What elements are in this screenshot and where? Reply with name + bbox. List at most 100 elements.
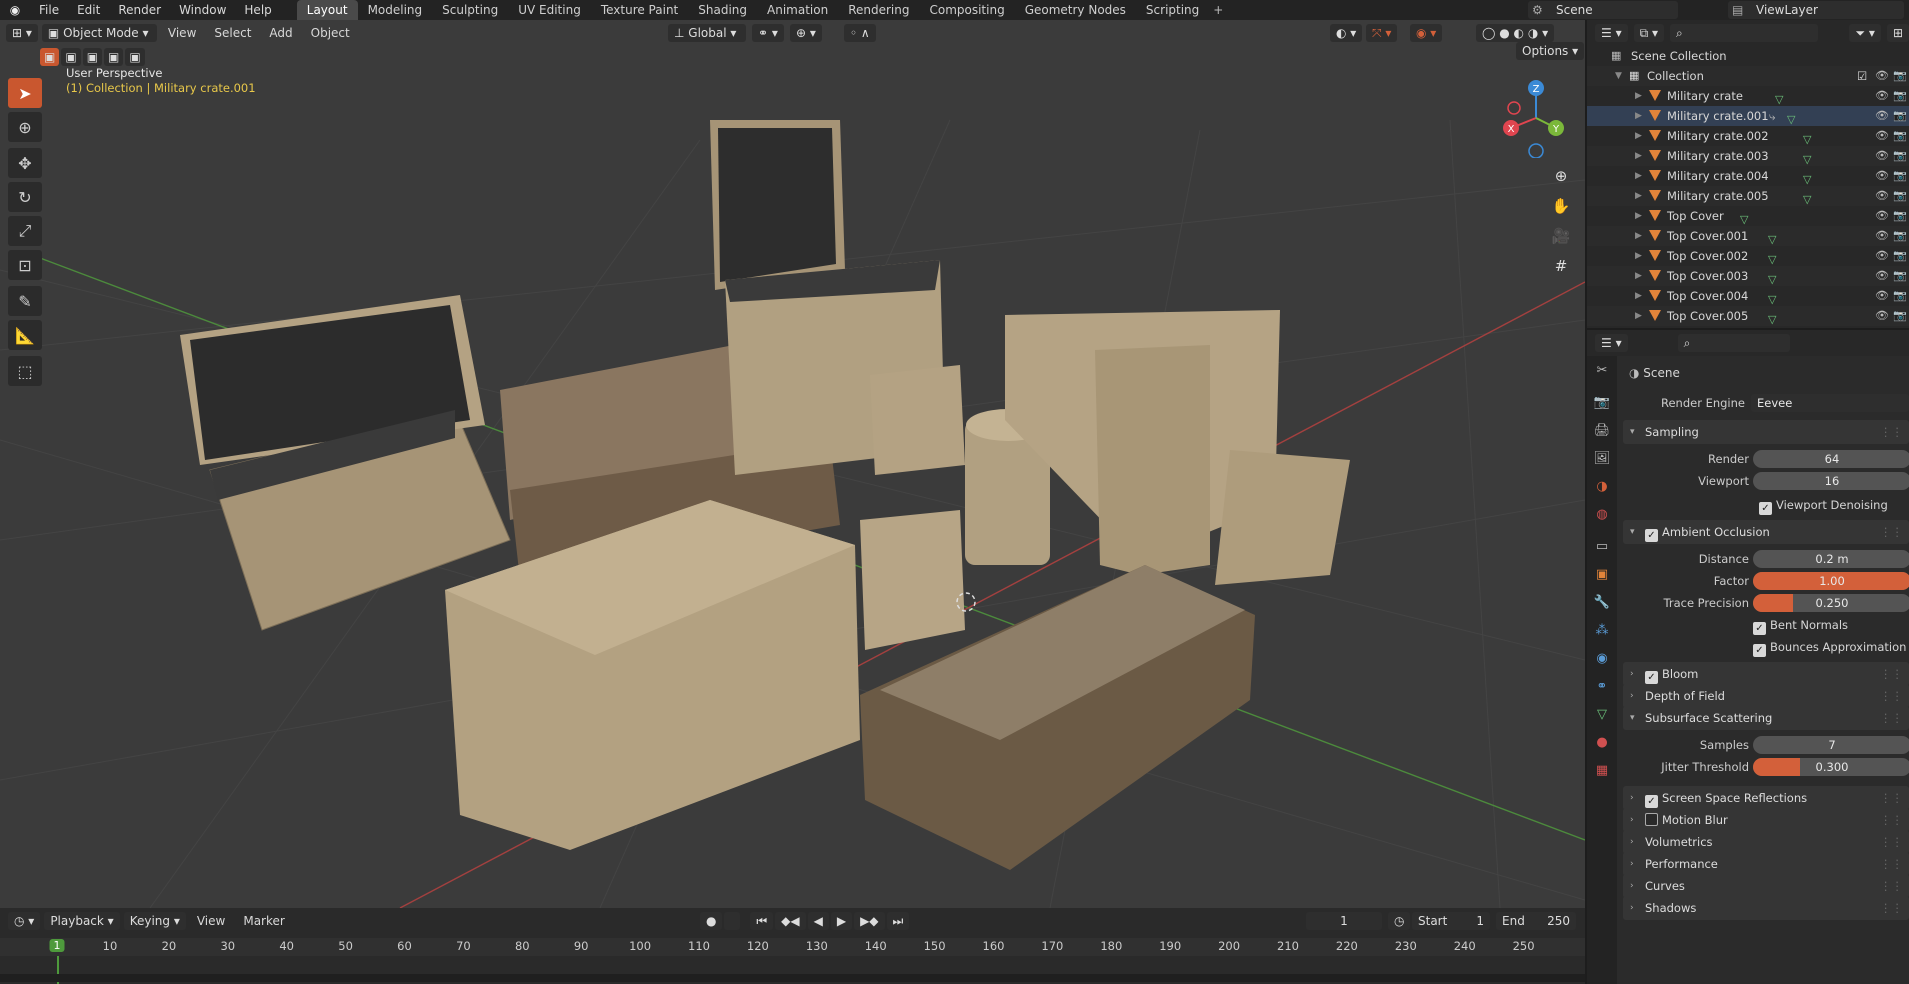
render-camera-icon[interactable]: 📷 <box>1893 246 1907 266</box>
tab-shading[interactable]: Shading <box>688 0 757 20</box>
transform-tool-icon[interactable]: ⊡ <box>8 250 42 280</box>
panel-bloom[interactable]: › ✓ Bloom ⋮⋮ <box>1623 662 1909 686</box>
panel-subsurface-scattering[interactable]: ▾ Subsurface Scattering ⋮⋮ <box>1623 706 1909 730</box>
menu-file[interactable]: File <box>30 0 68 20</box>
3d-viewport[interactable]: ⊞ ▾ ▣ Object Mode ▾ View Select Add Obje… <box>0 20 1585 908</box>
ao-factor-slider[interactable]: 1.00 <box>1753 572 1909 590</box>
scale-tool-icon[interactable]: ⤢ <box>8 216 42 246</box>
outliner-row-object[interactable]: ▶ Military crate.005 ▽ 👁 📷 <box>1587 186 1909 206</box>
expand-object-icon[interactable]: ▶ <box>1635 286 1645 306</box>
drag-handle-icon[interactable]: ⋮⋮ <box>1880 420 1903 444</box>
viewport-denoising-checkbox[interactable]: ✓ <box>1759 502 1772 515</box>
options-button[interactable]: Options ▾ <box>1516 42 1585 60</box>
menu-help[interactable]: Help <box>235 0 280 20</box>
outliner-row-object[interactable]: ▶ Top Cover.002 ▽ 👁 📷 <box>1587 246 1909 266</box>
outliner-row-object[interactable]: ▶ Top Cover.005 ▽ 👁 📷 <box>1587 306 1909 326</box>
expand-object-icon[interactable]: ▶ <box>1635 186 1645 206</box>
outliner-row-object[interactable]: ▶ Military crate.001 ▽ ⤷ 👁 📷 <box>1587 106 1909 126</box>
bloom-checkbox[interactable]: ✓ <box>1645 671 1658 684</box>
eye-icon[interactable]: 👁 <box>1875 186 1889 206</box>
current-frame-field[interactable]: 1 <box>1306 912 1382 930</box>
tab-texture-paint[interactable]: Texture Paint <box>591 0 688 20</box>
world-tab-icon[interactable]: ◍ <box>1587 500 1617 528</box>
ao-checkbox[interactable]: ✓ <box>1645 529 1658 542</box>
record-icon[interactable]: ● <box>700 912 723 930</box>
outliner-row-object[interactable]: ▶ Military crate.002 ▽ 👁 📷 <box>1587 126 1909 146</box>
eye-icon[interactable]: 👁 <box>1875 166 1889 186</box>
cursor-tool-icon[interactable]: ⊕ <box>8 112 42 142</box>
render-samples-field[interactable]: 64 <box>1753 450 1909 468</box>
render-camera-icon[interactable]: 📷 <box>1893 306 1907 326</box>
ortho-grid-icon[interactable]: # <box>1547 252 1575 280</box>
modifier-tab-icon[interactable]: 🔧 <box>1587 588 1617 616</box>
particles-tab-icon[interactable]: ⁂ <box>1587 616 1617 644</box>
render-engine-dropdown[interactable]: Eevee <box>1751 394 1909 412</box>
new-collection-icon[interactable]: ⊞ <box>1886 24 1909 42</box>
drag-handle-icon[interactable]: ⋮⋮ <box>1880 520 1903 544</box>
outliner-row-scene-collection[interactable]: ▦ Scene Collection <box>1587 46 1909 66</box>
proportional-editing-button[interactable]: ◦ ∧ <box>844 24 876 42</box>
ao-trace-slider[interactable]: 0.250 <box>1753 594 1909 612</box>
viewport-visibility-button[interactable]: ◐ ▾ <box>1330 24 1363 42</box>
drag-handle-icon[interactable]: ⋮⋮ <box>1880 852 1903 876</box>
jump-keyframe-forward-icon[interactable]: ▶◆ <box>854 912 885 930</box>
panel-performance[interactable]: › Performance ⋮⋮ <box>1623 852 1909 876</box>
outliner-row-object[interactable]: ▶ Military crate.003 ▽ 👁 📷 <box>1587 146 1909 166</box>
render-camera-icon[interactable]: 📷 <box>1893 66 1907 86</box>
render-camera-icon[interactable]: 📷 <box>1893 266 1907 286</box>
eye-icon[interactable]: 👁 <box>1875 266 1889 286</box>
navigation-gizmo[interactable]: Z X Y <box>1496 78 1576 158</box>
expand-object-icon[interactable]: ▶ <box>1635 246 1645 266</box>
eye-icon[interactable]: 👁 <box>1875 126 1889 146</box>
keying-menu[interactable]: Keying ▾ <box>123 912 186 930</box>
panel-depth-of-field[interactable]: › Depth of Field ⋮⋮ <box>1623 684 1909 708</box>
render-camera-icon[interactable]: 📷 <box>1893 206 1907 226</box>
tab-modeling[interactable]: Modeling <box>358 0 433 20</box>
eye-icon[interactable]: 👁 <box>1875 306 1889 326</box>
ao-distance-field[interactable]: 0.2 m <box>1753 550 1909 568</box>
timeline-scrollbar[interactable] <box>0 974 1585 982</box>
scene-selector[interactable]: ⚙ Scene <box>1528 1 1678 19</box>
expand-object-icon[interactable]: ▶ <box>1635 166 1645 186</box>
motion-blur-checkbox[interactable] <box>1645 813 1658 826</box>
eye-icon[interactable]: 👁 <box>1875 66 1889 86</box>
expand-object-icon[interactable]: ▶ <box>1635 226 1645 246</box>
output-tab-icon[interactable]: 🖨 <box>1587 416 1617 444</box>
sss-jitter-slider[interactable]: 0.300 <box>1753 758 1909 776</box>
render-camera-icon[interactable]: 📷 <box>1893 146 1907 166</box>
expand-object-icon[interactable]: ▶ <box>1635 266 1645 286</box>
tab-geometry-nodes[interactable]: Geometry Nodes <box>1015 0 1136 20</box>
expand-object-icon[interactable]: ▶ <box>1635 126 1645 146</box>
start-frame-field[interactable]: Start 1 <box>1412 912 1490 930</box>
render-camera-icon[interactable]: 📷 <box>1893 106 1907 126</box>
material-tab-icon[interactable]: ● <box>1587 728 1617 756</box>
pan-hand-icon[interactable]: ✋ <box>1547 192 1575 220</box>
texture-tab-icon[interactable]: ▦ <box>1587 756 1617 784</box>
tab-compositing[interactable]: Compositing <box>919 0 1014 20</box>
drag-handle-icon[interactable]: ⋮⋮ <box>1880 874 1903 898</box>
annotate-tool-icon[interactable]: ✎ <box>8 286 42 316</box>
view-layer-tab-icon[interactable]: 🖼 <box>1587 444 1617 472</box>
menu-window[interactable]: Window <box>170 0 235 20</box>
tab-scripting[interactable]: Scripting <box>1136 0 1209 20</box>
mode-selector[interactable]: ▣ Object Mode ▾ <box>41 24 157 42</box>
mesh-data-icon[interactable]: ▽ <box>1768 310 1776 330</box>
end-frame-field[interactable]: End 250 <box>1496 912 1576 930</box>
render-camera-icon[interactable]: 📷 <box>1893 166 1907 186</box>
outliner-editor-type-button[interactable]: ☰ ▾ <box>1595 24 1628 42</box>
tab-uv-editing[interactable]: UV Editing <box>508 0 591 20</box>
viewport-samples-field[interactable]: 16 <box>1753 472 1909 490</box>
zoom-icon[interactable]: ⊕ <box>1547 162 1575 190</box>
render-tab-icon[interactable]: 📷 <box>1587 388 1617 416</box>
drag-handle-icon[interactable]: ⋮⋮ <box>1880 684 1903 708</box>
render-camera-icon[interactable]: 📷 <box>1893 86 1907 106</box>
eye-icon[interactable]: 👁 <box>1875 246 1889 266</box>
drag-handle-icon[interactable]: ⋮⋮ <box>1880 808 1903 832</box>
panel-volumetrics[interactable]: › Volumetrics ⋮⋮ <box>1623 830 1909 854</box>
bent-normals-row[interactable]: ✓ Bent Normals <box>1623 614 1909 636</box>
expand-object-icon[interactable]: ▶ <box>1635 86 1645 106</box>
select-intersect-icon[interactable]: ▣ <box>125 48 145 66</box>
pivot-point-button[interactable]: ⚭ ▾ <box>752 24 784 42</box>
camera-view-icon[interactable]: 🎥 <box>1547 222 1575 250</box>
drag-handle-icon[interactable]: ⋮⋮ <box>1880 786 1903 810</box>
